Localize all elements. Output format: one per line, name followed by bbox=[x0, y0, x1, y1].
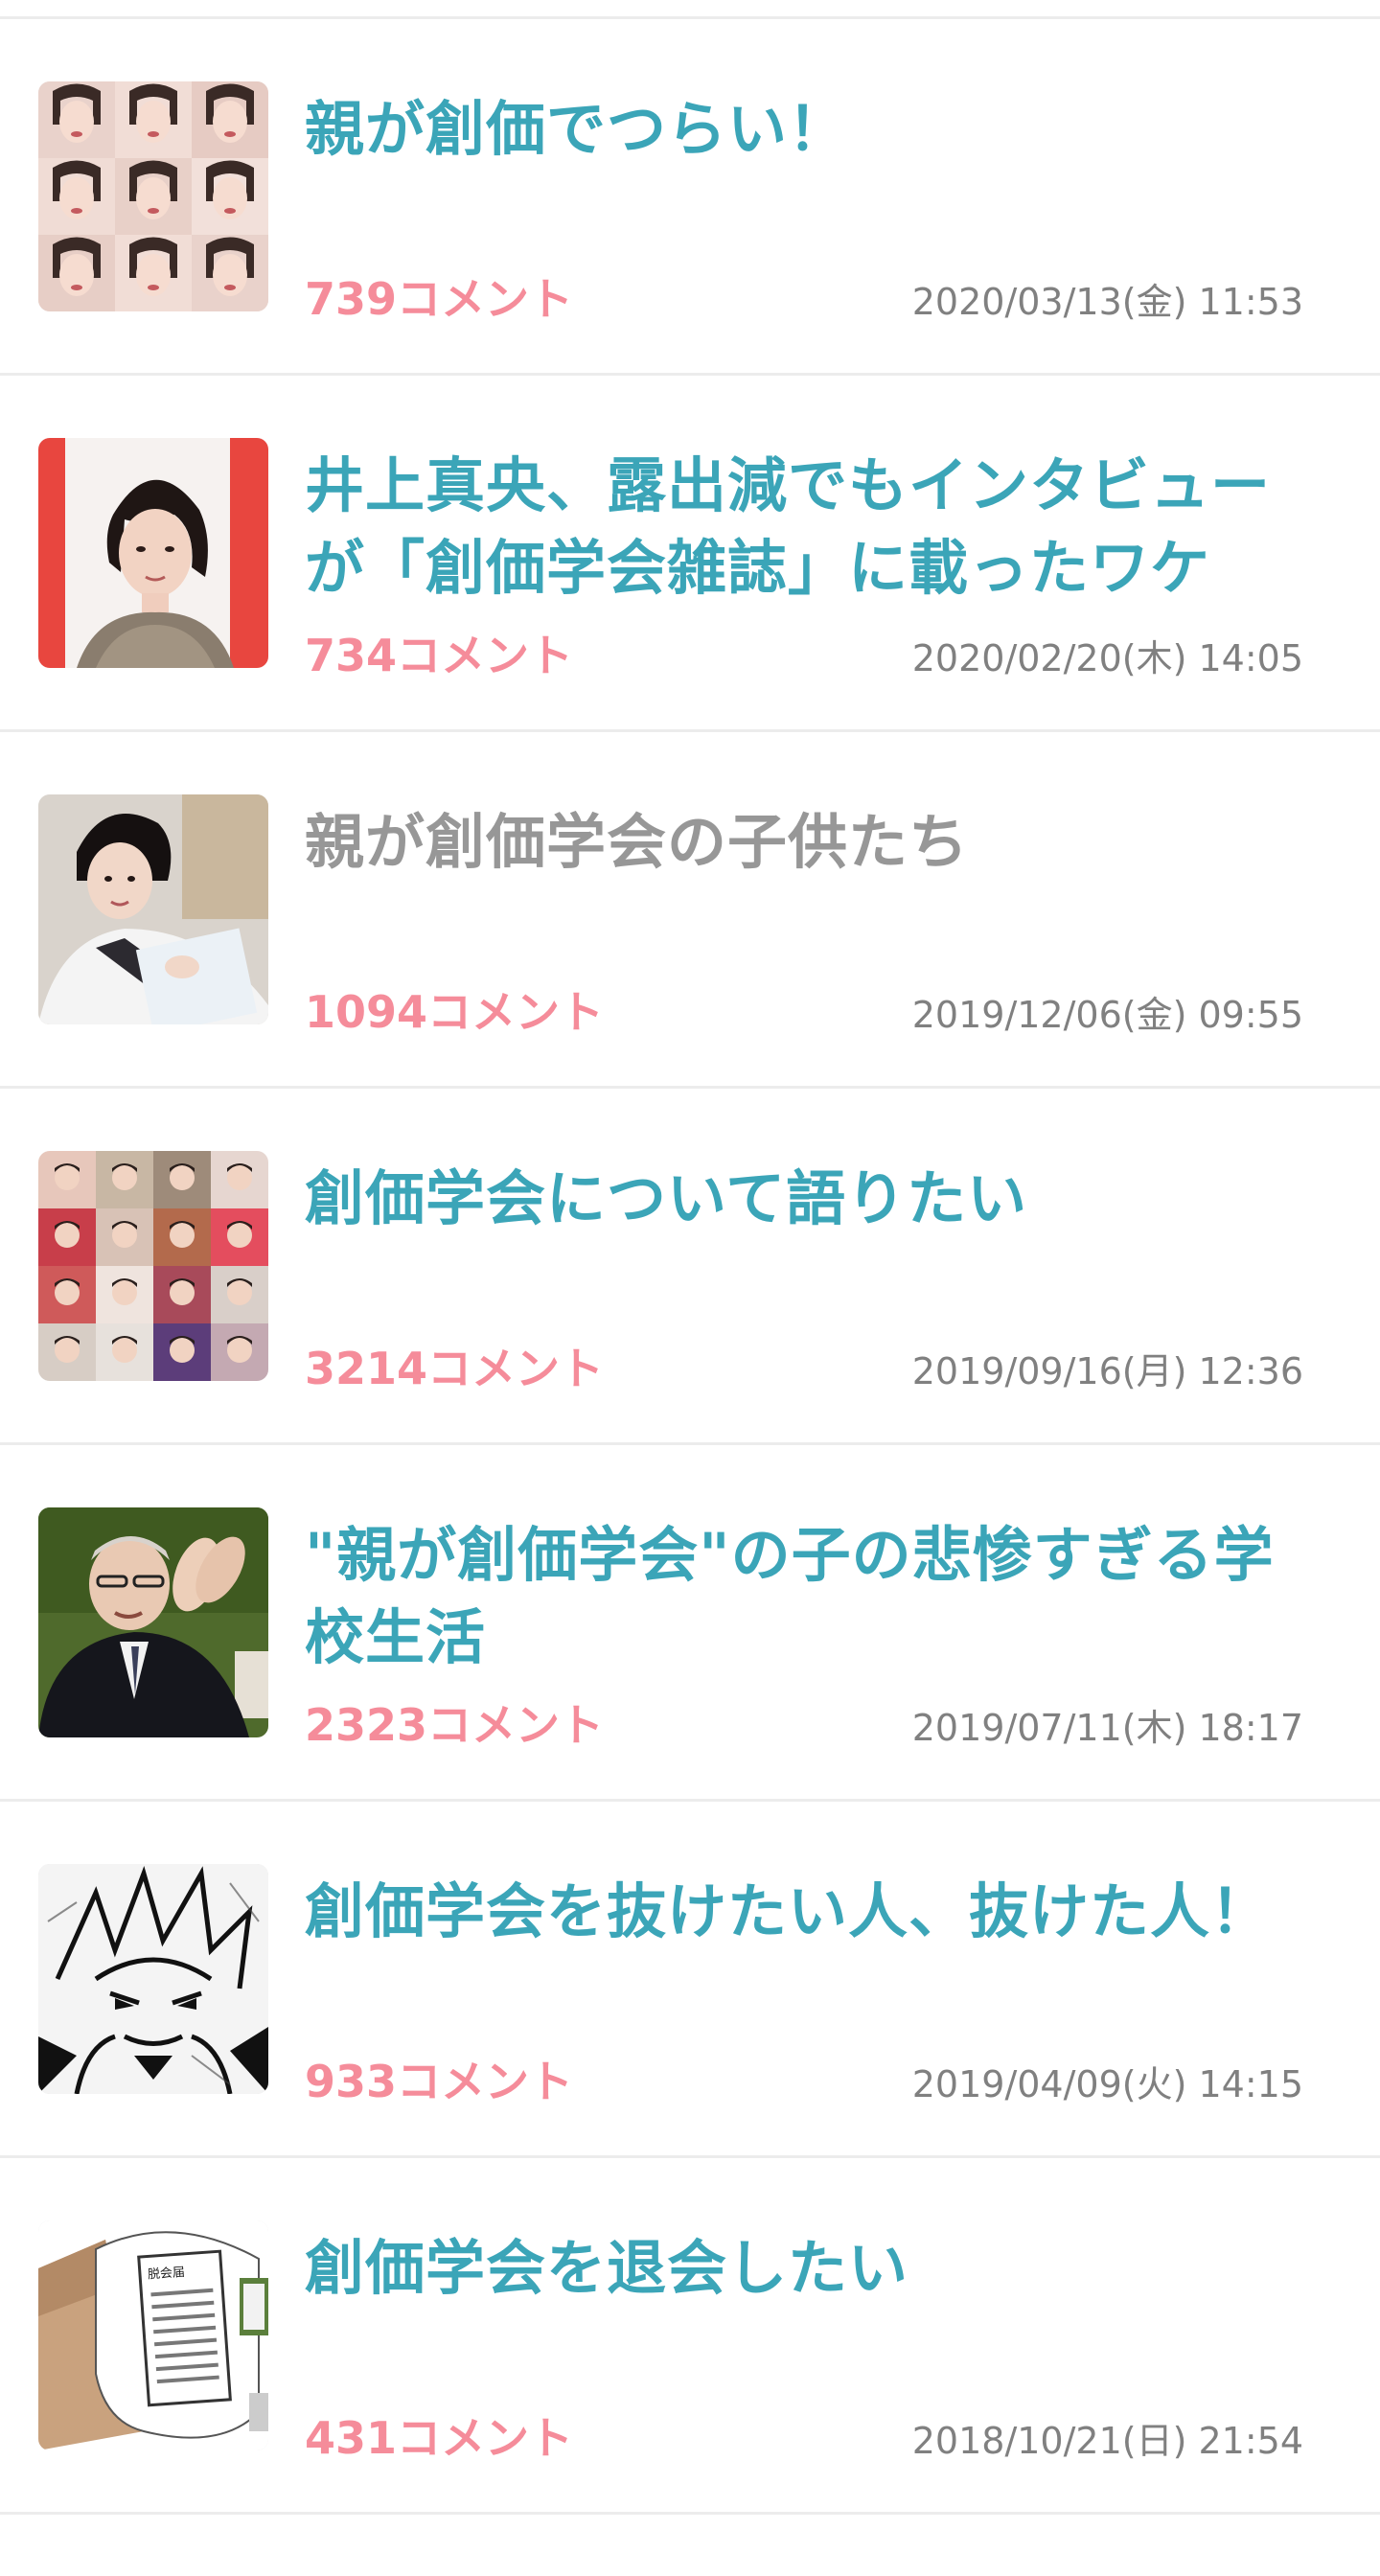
topic-title[interactable]: 創価学会を退会したい bbox=[305, 2227, 1321, 2310]
thumbnail-image bbox=[38, 1507, 268, 1737]
topic-title[interactable]: 井上真央、露出減でもインタビューが「創価学会雑誌」に載ったワケ bbox=[305, 445, 1321, 610]
post-date: 2020/03/13(金) 11:53 bbox=[911, 281, 1303, 323]
thumbnail-image bbox=[38, 794, 268, 1024]
list-item[interactable]: 井上真央、露出減でもインタビューが「創価学会雑誌」に載ったワケ 734コメント … bbox=[0, 376, 1380, 732]
post-date: 2020/02/20(木) 14:05 bbox=[911, 637, 1303, 679]
comment-count: 431コメント bbox=[305, 2412, 574, 2464]
thumbnail-image bbox=[38, 1151, 268, 1381]
list-item[interactable]: 親が創価でつらい！ 739コメント 2020/03/13(金) 11:53 bbox=[0, 19, 1380, 376]
form-title-text: 脱会届 bbox=[148, 2266, 186, 2283]
comment-count: 3214コメント bbox=[305, 1343, 605, 1394]
topic-title[interactable]: 親が創価でつらい！ bbox=[305, 88, 1321, 171]
topic-title[interactable]: 創価学会について語りたい bbox=[305, 1158, 1321, 1240]
top-divider bbox=[0, 0, 1380, 19]
post-date: 2019/09/16(月) 12:36 bbox=[911, 1350, 1303, 1392]
comment-count: 933コメント bbox=[305, 2056, 574, 2107]
post-date: 2019/12/06(金) 09:55 bbox=[911, 994, 1303, 1036]
list-item[interactable]: 脱会届 創価学会を退会したい 431コメント 2018/10/21(日) 21:… bbox=[0, 2158, 1380, 2515]
thumbnail-image bbox=[38, 81, 268, 311]
list-item[interactable]: 親が創価学会の子供たち 1094コメント 2019/12/06(金) 09:55 bbox=[0, 732, 1380, 1089]
thumbnail-image: 脱会届 bbox=[38, 2220, 268, 2450]
comment-count: 1094コメント bbox=[305, 986, 605, 1038]
comment-count: 734コメント bbox=[305, 630, 574, 681]
topic-list: 親が創価でつらい！ 739コメント 2020/03/13(金) 11:53 井上… bbox=[0, 19, 1380, 2515]
post-date: 2019/04/09(火) 14:15 bbox=[911, 2063, 1303, 2105]
topic-title[interactable]: 創価学会を抜けたい人、抜けた人！ bbox=[305, 1871, 1321, 1953]
topic-title[interactable]: 親が創価学会の子供たち bbox=[305, 801, 1321, 884]
post-date: 2018/10/21(日) 21:54 bbox=[911, 2420, 1303, 2462]
thumbnail-image bbox=[38, 438, 268, 668]
topic-title[interactable]: "親が創価学会"の子の悲惨すぎる学校生活 bbox=[305, 1514, 1321, 1679]
comment-count: 2323コメント bbox=[305, 1699, 605, 1751]
post-date: 2019/07/11(木) 18:17 bbox=[911, 1707, 1303, 1749]
thumbnail-image bbox=[38, 1864, 268, 2094]
list-item[interactable]: 創価学会について語りたい 3214コメント 2019/09/16(月) 12:3… bbox=[0, 1089, 1380, 1445]
comment-count: 739コメント bbox=[305, 273, 574, 325]
list-item[interactable]: "親が創価学会"の子の悲惨すぎる学校生活 2323コメント 2019/07/11… bbox=[0, 1445, 1380, 1802]
list-item[interactable]: 創価学会を抜けたい人、抜けた人！ 933コメント 2019/04/09(火) 1… bbox=[0, 1802, 1380, 2158]
